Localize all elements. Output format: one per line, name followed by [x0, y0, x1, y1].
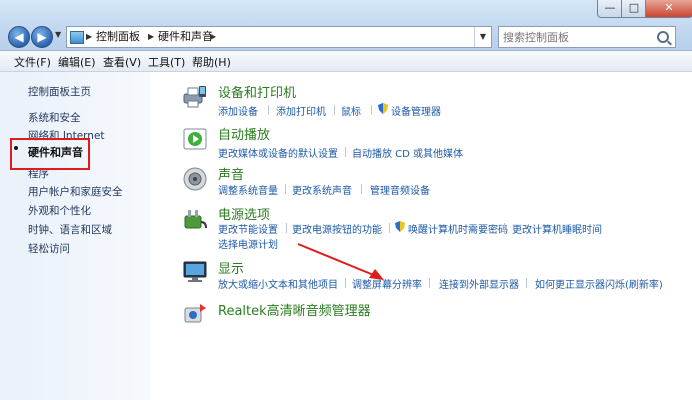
menu-view[interactable]: 查看(V): [103, 54, 141, 70]
chevron-right-icon[interactable]: ▶: [148, 27, 154, 47]
printer-icon: [183, 86, 206, 108]
back-button[interactable]: ◀: [8, 26, 30, 48]
sidebar-item-system-security[interactable]: 系统和安全: [28, 110, 81, 125]
sidebar-item-appearance[interactable]: 外观和个性化: [28, 203, 91, 218]
maximize-button[interactable]: □: [621, 0, 647, 18]
link-separator: [429, 278, 430, 288]
address-dropdown-icon[interactable]: ▼: [474, 27, 491, 47]
annotation-arrow: [297, 243, 384, 280]
menu-file[interactable]: 文件(F): [14, 54, 51, 70]
link-fix-flicker[interactable]: 如何更正显示器闪烁(刷新率): [535, 276, 663, 291]
realtek-audio-icon: [184, 304, 206, 323]
sidebar-item-ease-of-access[interactable]: 轻松访问: [28, 241, 70, 256]
link-add-device[interactable]: 添加设备: [218, 103, 258, 118]
link-device-manager[interactable]: 设备管理器: [391, 103, 441, 118]
category-display-title[interactable]: 显示: [218, 258, 244, 277]
address-bar[interactable]: ▶ 控制面板 ▶ 硬件和声音 ▶ ▼: [66, 26, 492, 48]
link-add-printer[interactable]: 添加打印机: [276, 103, 326, 118]
link-change-media-defaults[interactable]: 更改媒体或设备的默认设置: [218, 145, 338, 160]
forward-button[interactable]: ▶: [31, 26, 53, 48]
link-change-power-saving[interactable]: 更改节能设置: [218, 221, 278, 236]
sidebar-item-user-accounts[interactable]: 用户帐户和家庭安全: [28, 184, 123, 199]
close-button[interactable]: ✕: [645, 0, 692, 18]
sidebar: 控制面板主页 系统和安全 网络和 Internet 硬件和声音 程序 用户帐户和…: [0, 72, 150, 400]
menu-edit[interactable]: 编辑(E): [58, 54, 96, 70]
breadcrumb-control-panel[interactable]: 控制面板: [96, 27, 140, 47]
breadcrumb-hardware-sound[interactable]: 硬件和声音: [158, 27, 213, 47]
uac-shield-icon: [395, 221, 405, 232]
link-change-system-sounds[interactable]: 更改系统声音: [292, 182, 352, 197]
link-separator: [286, 223, 287, 233]
category-autoplay-title[interactable]: 自动播放: [218, 124, 270, 143]
link-separator: [526, 278, 527, 288]
link-separator: [389, 223, 390, 233]
power-icon: [184, 210, 207, 229]
speaker-icon: [183, 167, 207, 191]
link-separator: [285, 184, 286, 194]
chevron-right-icon[interactable]: ▶: [210, 27, 216, 47]
control-panel-icon: [70, 31, 84, 44]
search-icon[interactable]: [657, 31, 669, 43]
link-manage-audio-devices[interactable]: 管理音频设备: [370, 182, 430, 197]
link-choose-power-plan[interactable]: 选择电源计划: [218, 236, 278, 251]
link-connect-external-display[interactable]: 连接到外部显示器: [439, 276, 519, 291]
link-separator: [504, 223, 505, 233]
sidebar-item-home[interactable]: 控制面板主页: [28, 84, 91, 99]
highlight-box: [10, 138, 90, 170]
uac-shield-icon: [378, 103, 388, 114]
link-separator: [361, 184, 362, 194]
category-sound-title[interactable]: 声音: [218, 164, 244, 183]
menu-help[interactable]: 帮助(H): [192, 54, 231, 70]
minimize-button[interactable]: —: [597, 0, 623, 18]
main-content: 设备和打印机 添加设备 添加打印机 鼠标 设备管理器 自动播放 更改媒体或设备的…: [152, 72, 692, 400]
monitor-icon: [183, 261, 207, 282]
chevron-right-icon[interactable]: ▶: [86, 27, 92, 47]
link-separator: [371, 105, 372, 115]
category-realtek-title[interactable]: Realtek高清晰音频管理器: [218, 300, 371, 319]
link-require-password-wake[interactable]: 唤醒计算机时需要密码: [408, 221, 508, 236]
recent-pages-dropdown-icon[interactable]: ▼: [55, 30, 61, 39]
search-box[interactable]: [498, 26, 676, 48]
search-input[interactable]: [503, 27, 643, 47]
link-change-sleep-time[interactable]: 更改计算机睡眠时间: [512, 221, 602, 236]
menu-tools[interactable]: 工具(T): [148, 54, 185, 70]
title-address-bar: — □ ✕ ◀ ▶ ▼ ▶ 控制面板 ▶ 硬件和声音 ▶ ▼: [0, 0, 692, 51]
link-separator: [334, 105, 335, 115]
link-autoplay-cd[interactable]: 自动播放 CD 或其他媒体: [352, 145, 463, 160]
link-separator: [268, 105, 269, 115]
menu-bar: 文件(F) 编辑(E) 查看(V) 工具(T) 帮助(H): [0, 51, 692, 72]
autoplay-icon: [183, 128, 207, 150]
category-devices-printers-title[interactable]: 设备和打印机: [218, 82, 296, 101]
sidebar-item-clock-region[interactable]: 时钟、语言和区域: [28, 222, 112, 237]
link-adjust-volume[interactable]: 调整系统音量: [218, 182, 278, 197]
control-panel-window: — □ ✕ ◀ ▶ ▼ ▶ 控制面板 ▶ 硬件和声音 ▶ ▼ 文件(F) 编辑(…: [0, 0, 692, 400]
link-power-button-function[interactable]: 更改电源按钮的功能: [292, 221, 382, 236]
link-mouse[interactable]: 鼠标: [341, 103, 361, 118]
link-separator: [345, 147, 346, 157]
